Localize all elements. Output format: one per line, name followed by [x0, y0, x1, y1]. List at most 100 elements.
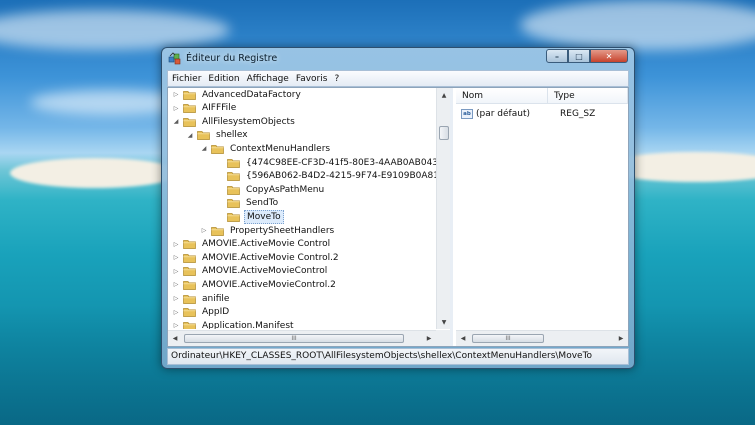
expand-toggle-icon[interactable]: ◢: [200, 145, 208, 152]
window-title: Éditeur du Registre: [186, 53, 278, 64]
maximize-button[interactable]: □: [568, 49, 590, 63]
folder-icon: [183, 294, 196, 304]
scroll-down-arrow-icon[interactable]: ▼: [437, 315, 451, 329]
scroll-left-arrow-icon[interactable]: ◀: [168, 331, 182, 346]
column-header: Nom Type: [456, 88, 628, 104]
value-row[interactable]: ab (par défaut) REG_SZ: [456, 107, 628, 120]
tree-item-label: {474C98EE-CF3D-41f5-80E3-4AAB0AB04301}: [246, 157, 436, 168]
tree-item[interactable]: ◢ shellex: [186, 129, 250, 142]
tree-item[interactable]: MoveTo: [216, 209, 284, 224]
menu-edition[interactable]: Edition: [208, 74, 239, 84]
menu-favoris[interactable]: Favoris: [296, 74, 328, 84]
expand-toggle-icon[interactable]: ◢: [186, 132, 194, 139]
column-nom[interactable]: Nom: [456, 88, 548, 104]
grip-icon: III: [505, 335, 511, 342]
tree-item-label: ContextMenuHandlers: [230, 143, 331, 154]
tree-item[interactable]: ◢ AllFilesystemObjects: [172, 115, 297, 128]
folder-icon: [227, 199, 240, 209]
tree-item-label: anifile: [202, 293, 230, 304]
cloud: [0, 10, 230, 50]
expand-toggle-icon[interactable]: ▷: [200, 227, 208, 234]
tree-item-label: PropertySheetHandlers: [230, 225, 335, 236]
expand-toggle-icon[interactable]: ▷: [172, 268, 180, 275]
expand-toggle-icon[interactable]: ▷: [172, 91, 180, 98]
tree-item[interactable]: ◢ ContextMenuHandlers: [200, 142, 332, 155]
caption-buttons: – □ ✕: [546, 49, 628, 63]
values-pane: Nom Type ab (par défaut) REG_SZ ◀ III ▶: [456, 88, 628, 346]
close-button[interactable]: ✕: [590, 49, 628, 63]
expand-toggle-icon[interactable]: ▷: [172, 281, 180, 288]
tree-item[interactable]: ▷ AIFFFile: [172, 102, 238, 115]
scroll-thumb[interactable]: III: [472, 334, 544, 343]
registry-editor-window: Éditeur du Registre – □ ✕ Fichier Editio…: [161, 47, 635, 369]
expand-toggle-icon[interactable]: ▷: [172, 105, 180, 112]
scroll-thumb[interactable]: [439, 126, 449, 140]
folder-icon: [183, 281, 196, 290]
folder-icon: [183, 240, 196, 249]
tree-item[interactable]: ▷ AdvancedDataFactory: [172, 88, 303, 101]
folder-icon: [211, 145, 224, 154]
values-horizontal-scrollbar[interactable]: ◀ III ▶: [456, 330, 628, 346]
tree-item[interactable]: ▷ AMOVIE.ActiveMovie Control: [172, 238, 332, 251]
folder-icon: [183, 104, 196, 113]
tree-vertical-scrollbar[interactable]: ▲ ▼: [436, 88, 450, 329]
close-icon: ✕: [605, 51, 613, 61]
client-area: ▷ AdvancedDataFactory ▷ AIFFFile ◢ AllFilesys…: [167, 87, 629, 347]
folder-icon: [227, 158, 240, 168]
tree-item[interactable]: SendTo: [216, 197, 280, 210]
tree-item-label: AIFFFile: [202, 103, 237, 114]
tree-item-label: MoveTo: [244, 209, 284, 224]
tree-item[interactable]: {596AB062-B4D2-4215-9F74-E9109B0A8153}: [216, 170, 436, 183]
tree-item[interactable]: ▷ PropertySheetHandlers: [200, 224, 336, 237]
tree-item-label: AdvancedDataFactory: [202, 89, 301, 100]
scroll-up-arrow-icon[interactable]: ▲: [437, 88, 451, 102]
expand-toggle-icon[interactable]: ▷: [172, 295, 180, 302]
menu-fichier[interactable]: Fichier: [172, 74, 201, 84]
tree-item-label: AMOVIE.ActiveMovieControl.2: [202, 279, 336, 290]
minimize-button[interactable]: –: [546, 49, 568, 63]
tree-item-label: CopyAsPathMenu: [246, 184, 325, 195]
expand-toggle-icon[interactable]: ▷: [172, 322, 180, 329]
folder-icon: [183, 308, 196, 317]
grip-icon: III: [291, 335, 297, 342]
tree-item-label: AMOVIE.ActiveMovie Control: [202, 239, 331, 250]
tree-item[interactable]: ▷ AMOVIE.ActiveMovie Control.2: [172, 251, 341, 264]
folder-icon: [197, 131, 210, 141]
tree-item[interactable]: ▷ Application.Manifest: [172, 319, 296, 329]
value-name: (par défaut): [476, 108, 530, 119]
beach-sand: [10, 158, 180, 188]
tree-horizontal-scrollbar[interactable]: ◀ III ▶: [168, 330, 436, 346]
scroll-left-arrow-icon[interactable]: ◀: [456, 331, 470, 346]
folder-icon: [183, 267, 196, 277]
tree-item[interactable]: ▷ anifile: [172, 292, 231, 305]
tree-item-label: AMOVIE.ActiveMovie Control.2: [202, 252, 339, 263]
key-tree-pane: ▷ AdvancedDataFactory ▷ AIFFFile ◢ AllFilesys…: [168, 88, 453, 346]
key-tree[interactable]: ▷ AdvancedDataFactory ▷ AIFFFile ◢ AllFilesys…: [168, 88, 436, 329]
scroll-right-arrow-icon[interactable]: ▶: [422, 331, 436, 346]
tree-item[interactable]: CopyAsPathMenu: [216, 183, 326, 196]
scroll-thumb[interactable]: III: [184, 334, 404, 343]
expand-toggle-icon[interactable]: ◢: [172, 118, 180, 125]
scroll-right-arrow-icon[interactable]: ▶: [614, 331, 628, 346]
menu-affichage[interactable]: Affichage: [247, 74, 289, 84]
title-bar[interactable]: Éditeur du Registre – □ ✕: [162, 48, 634, 69]
tree-item[interactable]: {474C98EE-CF3D-41f5-80E3-4AAB0AB04301}: [216, 156, 436, 169]
folder-icon: [227, 172, 240, 181]
minimize-icon: –: [555, 51, 559, 61]
expand-toggle-icon[interactable]: ▷: [172, 309, 180, 316]
tree-item-label: AppID: [202, 307, 230, 318]
string-value-icon: ab: [461, 108, 473, 119]
expand-toggle-icon[interactable]: ▷: [172, 241, 180, 248]
folder-icon: [183, 321, 196, 329]
column-type[interactable]: Type: [548, 88, 628, 104]
folder-icon: [227, 185, 240, 195]
value-type: REG_SZ: [560, 108, 596, 119]
status-bar: Ordinateur\HKEY_CLASSES_ROOT\AllFilesyst…: [167, 348, 629, 365]
expand-toggle-icon[interactable]: ▷: [172, 254, 180, 261]
menu-help[interactable]: ?: [334, 74, 339, 84]
regedit-icon: [168, 52, 181, 65]
tree-item[interactable]: ▷ AppID: [172, 306, 231, 319]
tree-item-label: {596AB062-B4D2-4215-9F74-E9109B0A8153}: [246, 171, 436, 182]
tree-item[interactable]: ▷ AMOVIE.ActiveMovieControl.2: [172, 278, 338, 291]
tree-item[interactable]: ▷ AMOVIE.ActiveMovieControl: [172, 265, 329, 278]
